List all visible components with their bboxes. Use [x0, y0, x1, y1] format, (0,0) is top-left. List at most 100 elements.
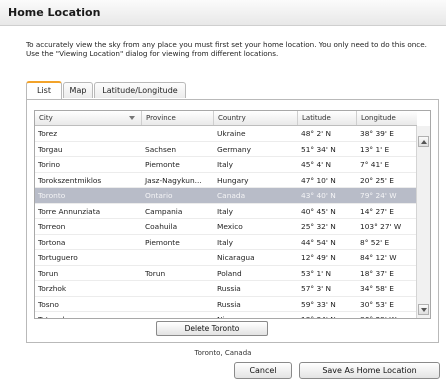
cell-longitude: 38° 39' E: [360, 129, 394, 138]
cell-city: Torino: [38, 160, 61, 169]
cell-latitude: 51° 34' N: [301, 144, 336, 154]
table-row[interactable]: Tortona Piemonte Italy 44° 54' N 8° 52' E: [35, 235, 417, 250]
tab-latitude-longitude[interactable]: Latitude/Longitude: [94, 82, 186, 98]
column-header-city-label: City: [39, 114, 53, 122]
table-row[interactable]: Torreon Coahuila Mexico 25° 32' N 103° 27' W: [35, 219, 417, 235]
cell-longitude: 8° 52' E: [360, 237, 390, 247]
chevron-up-icon: [420, 139, 427, 144]
scroll-down-button[interactable]: [418, 304, 429, 315]
table-row[interactable]: Torez Ukraine 48° 2' N 38° 39' E: [35, 126, 417, 142]
selected-location-label: Toronto, Canada: [194, 349, 252, 357]
cell-country: Poland: [217, 268, 242, 278]
location-table[interactable]: City Province Country Latitude Longitude…: [34, 110, 431, 319]
cell-city: Torgau: [38, 144, 63, 154]
cell-country: Russia: [217, 284, 241, 293]
cell-city: Torun: [38, 268, 59, 278]
table-header: City Province Country Latitude Longitude: [35, 111, 417, 126]
cell-longitude: 86° 29' W: [357, 312, 417, 318]
scroll-up-button[interactable]: [418, 136, 429, 147]
cell-city: Toronto: [38, 191, 66, 200]
save-home-location-button[interactable]: Save As Home Location: [299, 362, 440, 379]
cancel-button[interactable]: Cancel: [234, 362, 292, 379]
cell-city: Torokszentmiklos: [38, 175, 102, 185]
cell-longitude: 20° 25' E: [360, 175, 394, 185]
cell-latitude: 47° 10' N: [301, 175, 336, 185]
cell-city: Torez: [38, 129, 58, 138]
cell-country: Nicaragua: [214, 312, 298, 318]
cell-latitude: 53° 1' N: [301, 268, 332, 278]
delete-location-button[interactable]: Delete Toronto: [156, 321, 268, 336]
table-row[interactable]: Tortuguero Nicaragua 12° 49' N 84° 12' W: [35, 250, 417, 266]
cell-country: Ukraine: [217, 129, 246, 138]
table-row[interactable]: Totogalpa Nicaragua13° 34' N86° 29' W: [35, 312, 417, 318]
cell-latitude: 40° 45' N: [301, 206, 336, 216]
cell-province: [142, 312, 214, 318]
cell-country: Nicaragua: [217, 253, 255, 262]
cell-country: Mexico: [217, 222, 243, 231]
table-row[interactable]: Torino Piemonte Italy 45° 4' N 7° 41' E: [35, 157, 417, 173]
chevron-down-icon: [420, 307, 427, 312]
cell-latitude: 43° 40' N: [301, 191, 336, 200]
cell-province: Jasz-Nagykun...: [145, 175, 202, 185]
table-row[interactable]: Tosno Russia 59° 33' N 30° 53' E: [35, 297, 417, 312]
column-header-province[interactable]: Province: [142, 111, 214, 125]
cell-province: Piemonte: [145, 237, 180, 247]
cell-country: Russia: [217, 299, 241, 309]
cell-latitude: 44° 54' N: [301, 237, 336, 247]
column-header-country[interactable]: Country: [214, 111, 298, 125]
cell-longitude: 14° 27' E: [360, 206, 394, 216]
cell-province: Torun: [145, 268, 166, 278]
cell-city: Tortuguero: [38, 253, 78, 262]
table-row[interactable]: Torokszentmiklos Jasz-Nagykun... Hungary 47…: [35, 173, 417, 188]
cell-longitude: 84° 12' W: [360, 253, 397, 262]
column-header-longitude[interactable]: Longitude: [357, 111, 417, 125]
table-row[interactable]: Torre Annunziata Campania Italy 40° 45' N 14…: [35, 204, 417, 219]
tab-list[interactable]: List: [26, 81, 62, 99]
cell-province: Sachsen: [145, 144, 177, 154]
cell-longitude: 103° 27' W: [360, 222, 402, 231]
cell-latitude: 48° 2' N: [301, 129, 332, 138]
title-bar: Home Location: [0, 0, 446, 26]
cell-country: Germany: [217, 144, 251, 154]
cell-city: Torzhok: [38, 284, 67, 293]
column-header-city[interactable]: City: [35, 111, 142, 125]
table-body: Torez Ukraine 48° 2' N 38° 39' E Torgau Sachs…: [35, 126, 417, 318]
cell-province: [142, 126, 214, 141]
sort-down-icon: [129, 116, 135, 120]
table-row[interactable]: Toronto Ontario Canada 43° 40' N 79° 24' W: [35, 188, 417, 204]
cell-longitude: 7° 41' E: [360, 160, 390, 169]
cell-province: Ontario: [145, 191, 173, 200]
cell-longitude: 13° 1' E: [360, 144, 390, 154]
cell-province: Campania: [145, 206, 183, 216]
cell-latitude: 13° 34' N: [298, 312, 357, 318]
vertical-scrollbar[interactable]: [416, 126, 430, 318]
cell-city: Tortona: [38, 237, 66, 247]
table-row[interactable]: Torzhok Russia 57° 3' N 34° 58' E: [35, 281, 417, 297]
cell-longitude: 34° 58' E: [360, 284, 394, 293]
column-header-latitude[interactable]: Latitude: [298, 111, 357, 125]
cell-latitude: 45° 4' N: [301, 160, 332, 169]
cell-latitude: 25° 32' N: [301, 222, 336, 231]
cell-longitude: 79° 24' W: [360, 191, 397, 200]
cell-city: Totogalpa: [35, 312, 142, 318]
window-title: Home Location: [8, 6, 101, 19]
cell-province: [142, 250, 214, 265]
cell-province: [142, 297, 214, 312]
cell-city: Torreon: [38, 222, 66, 231]
cell-province: Coahuila: [145, 222, 178, 231]
cell-city: Tosno: [38, 299, 59, 309]
cell-country: Italy: [217, 160, 234, 169]
cell-country: Canada: [217, 191, 246, 200]
cell-city: Torre Annunziata: [38, 206, 101, 216]
cell-province: Piemonte: [145, 160, 180, 169]
table-row[interactable]: Torun Torun Poland 53° 1' N 18° 37' E: [35, 266, 417, 281]
cell-country: Italy: [217, 237, 234, 247]
table-row[interactable]: Torgau Sachsen Germany 51° 34' N 13° 1' E: [35, 142, 417, 157]
cell-latitude: 57° 3' N: [301, 284, 332, 293]
cell-latitude: 12° 49' N: [301, 253, 336, 262]
description-text: To accurately view the sky from any plac…: [26, 40, 427, 58]
cell-country: Hungary: [217, 175, 249, 185]
cell-longitude: 18° 37' E: [360, 268, 394, 278]
tab-map[interactable]: Map: [63, 82, 93, 98]
cell-longitude: 30° 53' E: [360, 299, 394, 309]
